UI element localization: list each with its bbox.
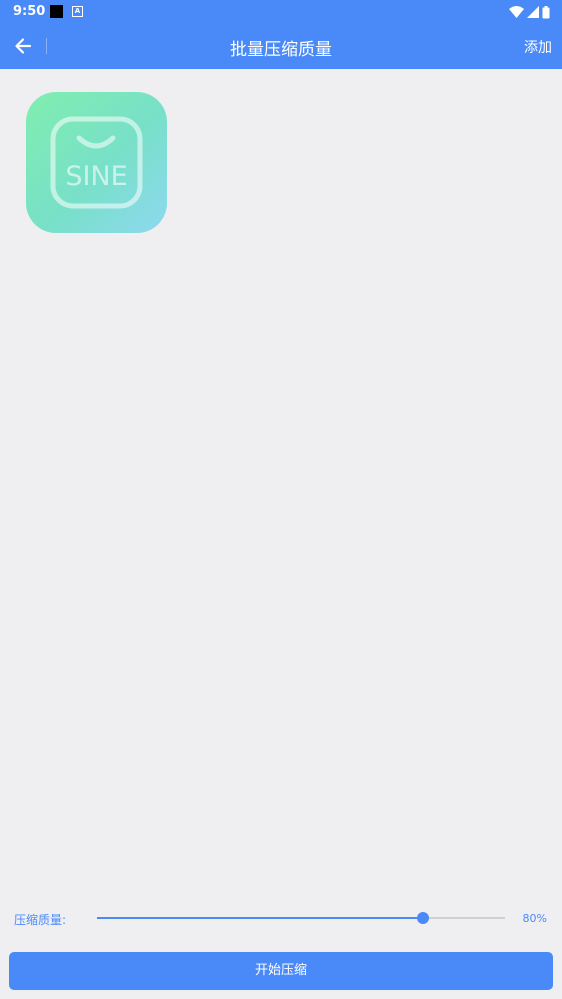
sine-logo-icon: SINE xyxy=(50,116,143,209)
app-bar: 批量压缩质量 添加 xyxy=(0,24,562,69)
quality-row: 压缩质量: 80% xyxy=(0,905,562,933)
status-icons xyxy=(509,4,550,20)
quality-value: 80% xyxy=(522,912,547,925)
logo-text: SINE xyxy=(65,161,127,192)
page-title: 批量压缩质量 xyxy=(230,40,332,60)
quality-label: 压缩质量: xyxy=(14,913,67,927)
slider-thumb[interactable] xyxy=(417,912,430,924)
accessibility-icon: A xyxy=(72,6,83,17)
notification-icon xyxy=(50,5,63,18)
start-compress-button[interactable]: 开始压缩 xyxy=(9,952,553,990)
add-button[interactable]: 添加 xyxy=(524,37,552,57)
wifi-icon xyxy=(509,6,524,18)
signal-icon xyxy=(527,6,539,18)
status-time: 9:50 xyxy=(13,4,46,19)
status-bar: 9:50 A xyxy=(0,0,562,24)
quality-slider[interactable] xyxy=(97,912,505,924)
image-thumbnail[interactable]: SINE xyxy=(26,92,167,233)
battery-icon xyxy=(542,5,550,18)
slider-fill xyxy=(97,917,424,919)
